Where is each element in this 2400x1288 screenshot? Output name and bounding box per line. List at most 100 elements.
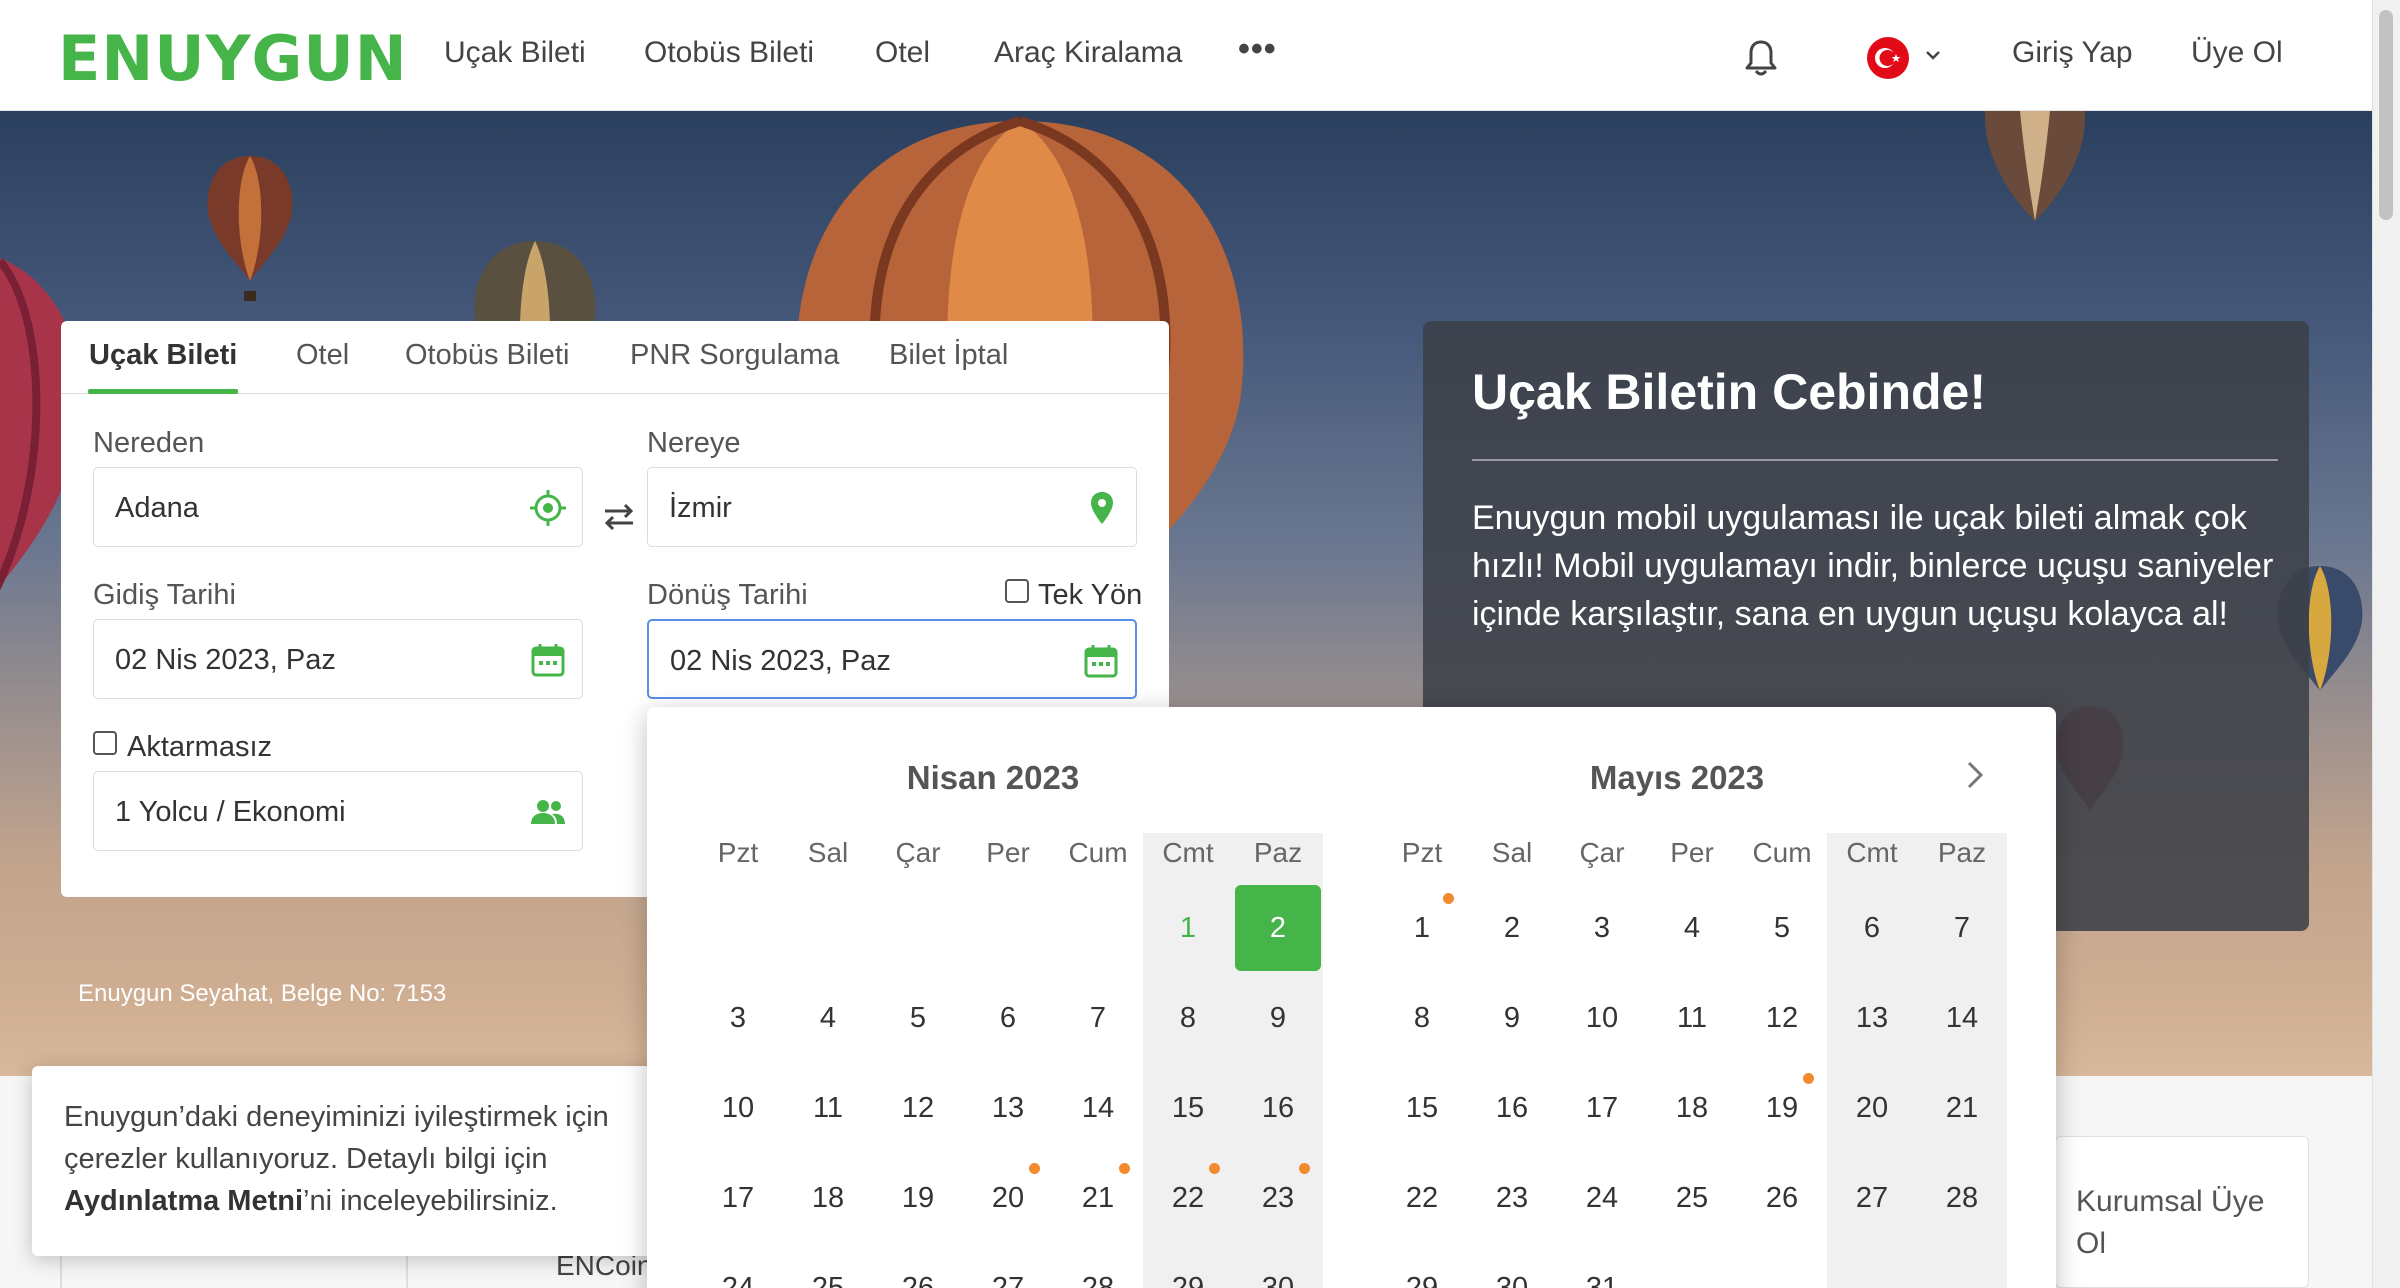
calendar-day[interactable]: 16 bbox=[1469, 1065, 1555, 1151]
calendar-day[interactable]: 31 bbox=[1559, 1245, 1645, 1288]
map-pin-icon[interactable] bbox=[1082, 488, 1122, 528]
calendar-day[interactable]: 6 bbox=[1829, 885, 1915, 971]
calendar-day[interactable]: 7 bbox=[1919, 885, 2005, 971]
calendar-day[interactable]: 29 bbox=[1145, 1245, 1231, 1288]
enuygun-logo[interactable]: ENUYGUN bbox=[58, 22, 408, 95]
calendar-day[interactable]: 3 bbox=[1559, 885, 1645, 971]
weekday-header: Cmt bbox=[1162, 837, 1214, 868]
from-field[interactable]: Adana bbox=[93, 467, 583, 547]
calendar-month-may: Mayıs 2023 Pzt Sal Çar Per Cum Cmt Paz 1 2 3 4 5 6 7 8… bbox=[1377, 707, 2007, 1288]
calendar-day[interactable]: 21 bbox=[1919, 1065, 2005, 1151]
calendar-day[interactable]: 19 bbox=[875, 1155, 961, 1241]
calendar-day[interactable]: 7 bbox=[1055, 975, 1141, 1061]
tab-bus-tickets[interactable]: Otobüs Bileti bbox=[405, 339, 569, 372]
calendar-day[interactable]: 6 bbox=[965, 975, 1051, 1061]
calendar-month-april: Nisan 2023 Pzt Sal Çar Per Cum Cmt Paz 1 2 3 4 5 6 7 8… bbox=[693, 707, 1323, 1288]
calendar-day[interactable]: 28 bbox=[1055, 1245, 1141, 1288]
tab-pnr-lookup[interactable]: PNR Sorgulama bbox=[630, 339, 840, 372]
calendar-day[interactable]: 22 bbox=[1379, 1155, 1465, 1241]
calendar-day[interactable]: 13 bbox=[965, 1065, 1051, 1151]
nav-flight-tickets[interactable]: Uçak Bileti bbox=[444, 36, 586, 70]
calendar-day[interactable]: 9 bbox=[1235, 975, 1321, 1061]
calendar-day[interactable]: 30 bbox=[1469, 1245, 1555, 1288]
calendar-day[interactable]: 11 bbox=[1649, 975, 1735, 1061]
calendar-day[interactable]: 12 bbox=[875, 1065, 961, 1151]
calendar-day[interactable]: 18 bbox=[1649, 1065, 1735, 1151]
calendar-day-selected[interactable]: 2 bbox=[1235, 885, 1321, 971]
tab-hotel[interactable]: Otel bbox=[296, 339, 349, 372]
calendar-day[interactable]: 14 bbox=[1919, 975, 2005, 1061]
calendar-day[interactable]: 14 bbox=[1055, 1065, 1141, 1151]
calendar-icon[interactable] bbox=[528, 640, 568, 680]
calendar-day[interactable]: 16 bbox=[1235, 1065, 1321, 1151]
calendar-day[interactable]: 23 bbox=[1469, 1155, 1555, 1241]
calendar-day[interactable]: 26 bbox=[875, 1245, 961, 1288]
calendar-day[interactable]: 8 bbox=[1145, 975, 1231, 1061]
direct-flights-label[interactable]: Aktarmasız bbox=[127, 731, 272, 764]
more-menu-icon[interactable]: ••• bbox=[1238, 30, 1277, 69]
calendar-day[interactable]: 9 bbox=[1469, 975, 1555, 1061]
passengers-icon[interactable] bbox=[528, 792, 568, 832]
notification-bell-icon[interactable] bbox=[1743, 38, 1779, 78]
tab-ticket-cancel[interactable]: Bilet İptal bbox=[889, 339, 1008, 372]
one-way-checkbox[interactable] bbox=[1005, 579, 1029, 603]
corporate-signup-card[interactable]: Kurumsal Üye Ol bbox=[2055, 1136, 2309, 1288]
calendar-day[interactable]: 10 bbox=[1559, 975, 1645, 1061]
calendar-day[interactable]: 24 bbox=[1559, 1155, 1645, 1241]
calendar-day[interactable]: 3 bbox=[695, 975, 781, 1061]
calendar-day[interactable]: 11 bbox=[785, 1065, 871, 1151]
calendar-day[interactable]: 28 bbox=[1919, 1155, 2005, 1241]
calendar-day[interactable]: 29 bbox=[1379, 1245, 1465, 1288]
calendar-day[interactable]: 4 bbox=[785, 975, 871, 1061]
calendar-day[interactable]: 5 bbox=[1739, 885, 1825, 971]
calendar-day[interactable]: 17 bbox=[695, 1155, 781, 1241]
return-date-label: Dönüş Tarihi bbox=[647, 579, 808, 611]
calendar-day[interactable]: 2 bbox=[1469, 885, 1555, 971]
to-field[interactable]: İzmir bbox=[647, 467, 1137, 547]
calendar-day[interactable]: 8 bbox=[1379, 975, 1465, 1061]
calendar-day[interactable]: 30 bbox=[1235, 1245, 1321, 1288]
scrollbar-thumb[interactable] bbox=[2379, 10, 2393, 220]
weekday-header: Cmt bbox=[1846, 837, 1898, 868]
calendar-day[interactable]: 27 bbox=[965, 1245, 1051, 1288]
calendar-day[interactable]: 12 bbox=[1739, 975, 1825, 1061]
calendar-day[interactable]: 13 bbox=[1829, 975, 1915, 1061]
calendar-day[interactable]: 15 bbox=[1145, 1065, 1231, 1151]
return-date-field[interactable]: 02 Nis 2023, Paz bbox=[647, 619, 1137, 699]
calendar-day[interactable]: 25 bbox=[785, 1245, 871, 1288]
calendar-day[interactable]: 24 bbox=[695, 1245, 781, 1288]
weekday-header: Pzt bbox=[1401, 837, 1443, 868]
tab-flight-tickets[interactable]: Uçak Bileti bbox=[89, 339, 237, 372]
one-way-label[interactable]: Tek Yön bbox=[1038, 579, 1142, 612]
signup-link[interactable]: Üye Ol bbox=[2191, 36, 2283, 70]
next-month-chevron-icon[interactable] bbox=[1957, 757, 1993, 793]
weekday-header: Pzt bbox=[717, 837, 759, 868]
calendar-day[interactable]: 25 bbox=[1649, 1155, 1735, 1241]
calendar-day[interactable]: 17 bbox=[1559, 1065, 1645, 1151]
nav-bus-tickets[interactable]: Otobüs Bileti bbox=[644, 36, 814, 70]
calendar-day[interactable]: 10 bbox=[695, 1065, 781, 1151]
calendar-day[interactable]: 27 bbox=[1829, 1155, 1915, 1241]
calendar-day[interactable]: 18 bbox=[785, 1155, 871, 1241]
location-target-icon[interactable] bbox=[528, 488, 568, 528]
calendar-day[interactable]: 5 bbox=[875, 975, 961, 1061]
weekday-header: Sal bbox=[1491, 837, 1533, 868]
calendar-day[interactable]: 20 bbox=[1829, 1065, 1915, 1151]
depart-date-field[interactable]: 02 Nis 2023, Paz bbox=[93, 619, 583, 699]
nav-hotel[interactable]: Otel bbox=[875, 36, 930, 70]
login-link[interactable]: Giriş Yap bbox=[2012, 36, 2133, 70]
holiday-dot-indicator bbox=[1209, 1163, 1220, 1174]
swap-arrows-icon[interactable] bbox=[599, 497, 639, 537]
chevron-down-icon[interactable] bbox=[1922, 44, 1944, 66]
turkish-flag-icon[interactable] bbox=[1867, 37, 1909, 79]
direct-flights-checkbox[interactable] bbox=[93, 731, 117, 755]
passenger-class-field[interactable]: 1 Yolcu / Ekonomi bbox=[93, 771, 583, 851]
calendar-day[interactable]: 26 bbox=[1739, 1155, 1825, 1241]
calendar-icon[interactable] bbox=[1081, 641, 1121, 681]
nav-car-rental[interactable]: Araç Kiralama bbox=[994, 36, 1182, 70]
weekday-header: Cum bbox=[1752, 837, 1812, 868]
calendar-day[interactable]: 15 bbox=[1379, 1065, 1465, 1151]
calendar-day[interactable]: 4 bbox=[1649, 885, 1735, 971]
privacy-notice-link[interactable]: Aydınlatma Metni bbox=[64, 1185, 303, 1217]
calendar-day[interactable]: 1 bbox=[1145, 885, 1231, 971]
